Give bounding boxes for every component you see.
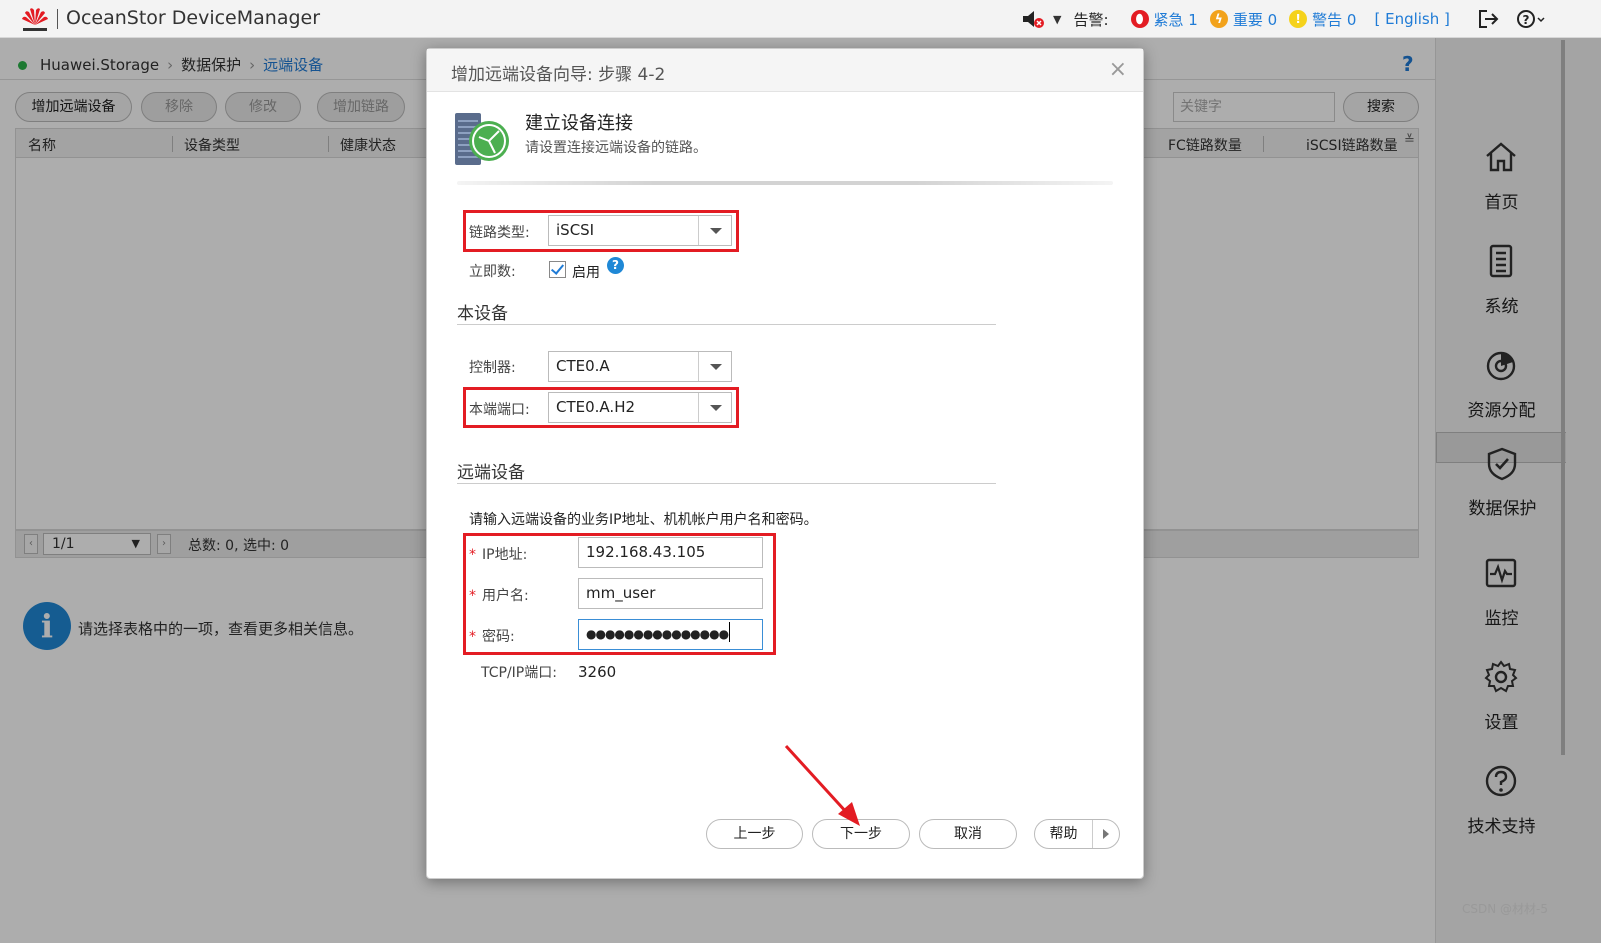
password-label-text: 密码:: [482, 629, 515, 645]
required-mark: *: [469, 588, 476, 604]
close-icon[interactable]: ×: [1109, 57, 1127, 82]
immediate-label: 立即数:: [469, 264, 516, 280]
alarm-urgent-label: 紧急 1: [1153, 10, 1198, 29]
controller-select[interactable]: CTE0.A: [548, 351, 732, 382]
urgent-icon: ⬮: [1130, 10, 1149, 28]
top-bar: OceanStor DeviceManager ▼ 告警: ⬮ 紧急 1 ϟ 重…: [0, 0, 1601, 38]
alarm-dropdown-icon[interactable]: ▼: [1053, 13, 1061, 26]
local-port-value: CTE0.A.H2: [556, 398, 636, 416]
ip-address-field[interactable]: 192.168.43.105: [578, 537, 763, 568]
chevron-down-icon: [698, 216, 731, 245]
help-icon[interactable]: ?: [607, 257, 624, 274]
text-caret: [729, 622, 731, 642]
alarm-warning[interactable]: ! 警告 0: [1289, 9, 1356, 30]
link-type-select[interactable]: iSCSI: [548, 215, 732, 246]
local-port-label: 本端端口:: [469, 402, 530, 418]
remote-device-section: 远端设备: [457, 463, 525, 483]
cancel-button[interactable]: 取消: [919, 819, 1017, 849]
sound-icon[interactable]: [1021, 8, 1045, 30]
important-icon: ϟ: [1209, 10, 1228, 28]
annotation-arrow: [784, 744, 860, 826]
warning-icon: !: [1289, 10, 1308, 28]
section-divider: [457, 483, 996, 484]
chevron-down-icon: [698, 352, 731, 381]
dialog-title: 增加远端设备向导: 步骤 4-2: [451, 65, 666, 85]
language-switch[interactable]: [ English ]: [1374, 10, 1449, 28]
local-device-section: 本设备: [457, 304, 508, 324]
alarm-urgent[interactable]: ⬮ 紧急 1: [1130, 9, 1198, 30]
username-field[interactable]: mm_user: [578, 578, 763, 609]
chevron-right-icon[interactable]: [1092, 820, 1120, 848]
link-type-value: iSCSI: [556, 221, 595, 239]
dialog-header: 增加远端设备向导: 步骤 4-2 ×: [427, 49, 1143, 92]
app-title: OceanStor DeviceManager: [66, 7, 321, 29]
alarm-important[interactable]: ϟ 重要 0: [1209, 9, 1278, 30]
huawei-logo: [22, 8, 48, 31]
help-menu-icon[interactable]: ?: [1516, 9, 1548, 29]
controller-value: CTE0.A: [556, 357, 610, 375]
ip-label: * IP地址:: [469, 544, 527, 564]
password-field[interactable]: ●●●●●●●●●●●●●●●: [578, 619, 763, 650]
alarm-label: 告警:: [1073, 10, 1109, 29]
header-divider: [457, 181, 1113, 185]
alarm-area: ▼ 告警: ⬮ 紧急 1 ϟ 重要 0 ! 警告 0 [ English ] ?: [1001, 0, 1601, 38]
help-button[interactable]: 帮助: [1034, 819, 1120, 849]
step-title: 建立设备连接: [525, 113, 633, 134]
watermark: CSDN @材材-5: [1462, 902, 1548, 916]
step-description: 请设置连接远端设备的链路。: [525, 140, 707, 156]
ip-label-text: IP地址:: [482, 547, 528, 563]
enable-label: 启用: [572, 265, 600, 281]
device-connection-icon: [455, 113, 509, 165]
password-value: ●●●●●●●●●●●●●●●: [586, 627, 729, 641]
help-button-label: 帮助: [1049, 826, 1078, 842]
local-port-select[interactable]: CTE0.A.H2: [548, 392, 732, 423]
username-label: * 用户名:: [469, 585, 529, 605]
section-divider: [457, 324, 996, 325]
controller-label: 控制器:: [469, 360, 516, 376]
logo-separator: [57, 9, 58, 29]
username-label-text: 用户名:: [482, 588, 529, 604]
enable-checkbox[interactable]: [549, 261, 566, 278]
remote-hint: 请输入远端设备的业务IP地址、机机帐户用户名和密码。: [469, 512, 818, 528]
password-label: * 密码:: [469, 626, 515, 646]
tcp-port-value: 3260: [578, 663, 617, 681]
alarm-warning-label: 警告 0: [1312, 10, 1357, 29]
required-mark: *: [469, 547, 476, 563]
chevron-down-icon: [698, 393, 731, 422]
logout-icon[interactable]: [1478, 9, 1500, 29]
link-type-label: 链路类型:: [469, 225, 530, 241]
tcp-port-label: TCP/IP端口:: [481, 665, 557, 681]
required-mark: *: [469, 629, 476, 645]
alarm-important-label: 重要 0: [1232, 10, 1278, 29]
svg-text:?: ?: [1522, 13, 1529, 27]
